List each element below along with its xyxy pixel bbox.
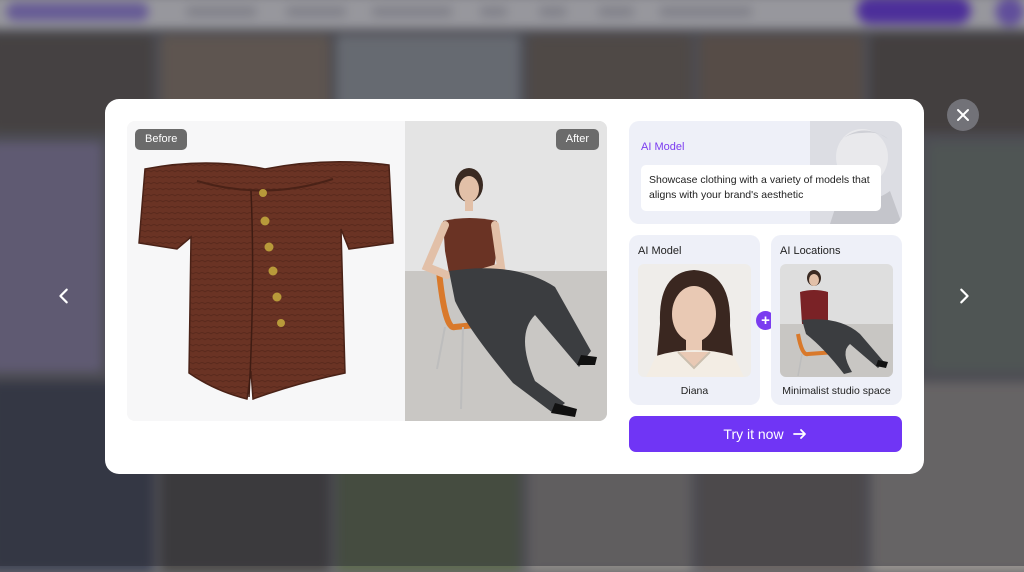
info-card-title: AI Model <box>641 141 685 153</box>
close-button[interactable] <box>947 99 979 131</box>
ai-model-card-title: AI Model <box>638 245 682 257</box>
try-it-now-button[interactable]: Try it now <box>629 416 902 452</box>
ai-locations-card-title: AI Locations <box>780 245 841 257</box>
ai-model-card[interactable]: AI Model Diana <box>629 235 760 405</box>
close-icon <box>957 109 969 121</box>
ai-model-info-card: AI Model Showcase clothing with a variet… <box>629 121 902 224</box>
after-label: After <box>555 129 599 150</box>
location-preview-image <box>780 264 893 377</box>
before-after-comparison[interactable]: Before After <box>127 121 607 421</box>
ai-location-name: Minimalist studio space <box>782 385 891 397</box>
location-preview <box>780 264 893 377</box>
model-portrait-image <box>638 264 751 377</box>
feature-modal: Before After AI Model Showcase clothing … <box>105 99 924 474</box>
chevron-left-icon <box>59 288 68 304</box>
ai-model-name: Diana <box>680 385 709 397</box>
next-slide-button[interactable] <box>949 281 979 311</box>
before-image: Before <box>127 121 405 421</box>
model-photo <box>405 121 607 421</box>
garment-illustration <box>138 161 394 401</box>
arrow-right-icon <box>792 429 806 439</box>
model-portrait <box>638 264 751 377</box>
ai-locations-card[interactable]: AI Locations Minimalist studio space <box>771 235 902 405</box>
after-image: After <box>405 121 607 421</box>
chevron-right-icon <box>960 288 969 304</box>
try-it-now-label: Try it now <box>723 426 784 442</box>
previous-slide-button[interactable] <box>49 281 79 311</box>
info-card-description: Showcase clothing with a variety of mode… <box>641 165 881 211</box>
before-label: Before <box>135 129 188 150</box>
